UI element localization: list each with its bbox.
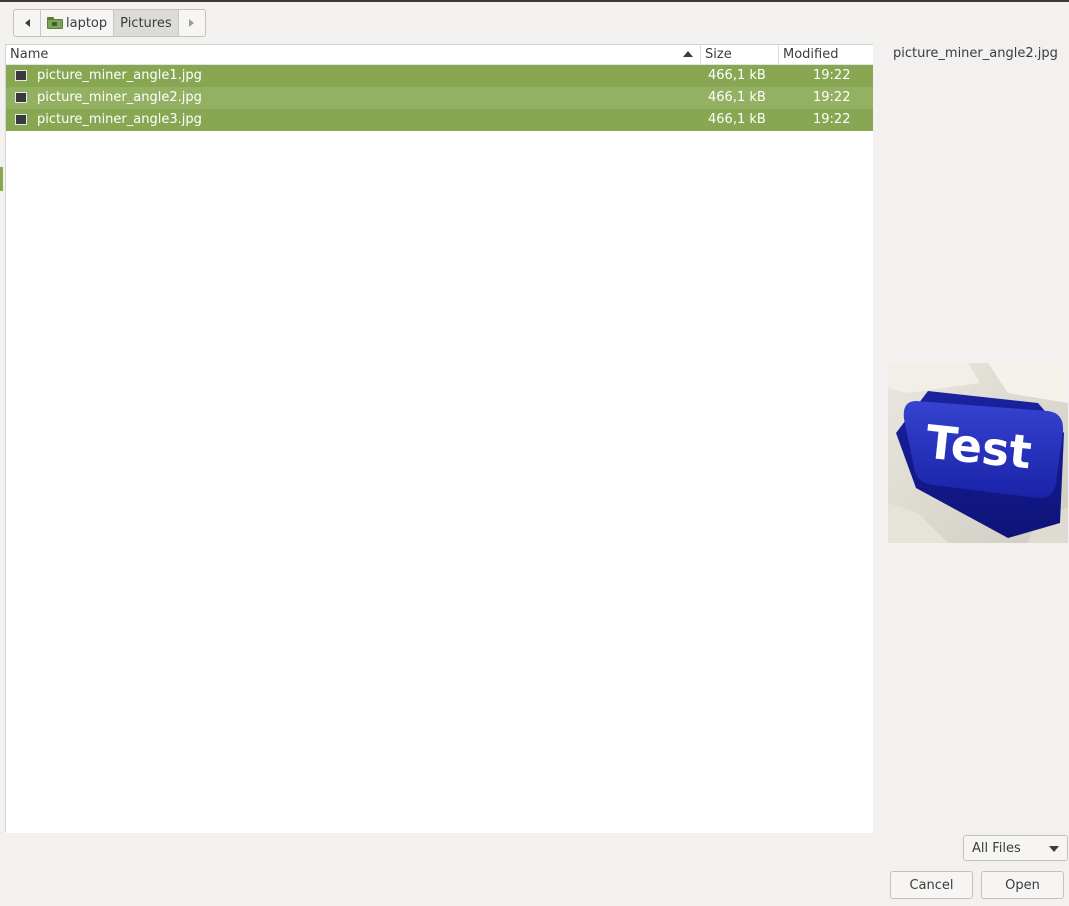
chevron-left-icon [24,19,30,27]
filter-label: All Files [972,840,1021,856]
file-size: 466,1 kB [708,90,766,105]
path-segment-label: Pictures [120,15,172,31]
file-row[interactable]: picture_miner_angle2.jpg 466,1 kB 19:22 [6,87,873,109]
file-row[interactable]: picture_miner_angle1.jpg 466,1 kB 19:22 [6,65,873,87]
column-header-modified[interactable]: Modified [783,45,838,64]
file-modified: 19:22 [813,112,851,127]
open-button[interactable]: Open [981,871,1064,899]
path-segment-label: laptop [66,15,108,31]
file-row[interactable]: picture_miner_angle3.jpg 466,1 kB 19:22 [6,109,873,131]
preview-key-text: Test [923,415,1034,480]
preview-image: Test [888,363,1068,543]
window-top-border [0,0,1069,2]
image-file-icon [15,114,27,125]
image-file-icon [15,92,27,103]
sidebar-selected-marker [0,167,3,191]
path-back-button[interactable] [14,10,40,36]
path-forward-button[interactable] [179,10,205,36]
cancel-label: Cancel [909,877,954,893]
file-modified: 19:22 [813,68,851,83]
file-size: 466,1 kB [708,112,766,127]
file-size: 466,1 kB [708,68,766,83]
path-segment-pictures[interactable]: Pictures [113,10,179,36]
file-list-header: Name Size Modified [6,45,873,65]
cancel-button[interactable]: Cancel [890,871,973,899]
column-header-size[interactable]: Size [705,45,732,64]
file-list[interactable]: Name Size Modified picture_miner_angle1.… [6,44,873,833]
path-bar: laptop Pictures [13,9,206,37]
column-divider[interactable] [700,45,701,64]
image-file-icon [15,70,27,81]
file-name: picture_miner_angle2.jpg [37,90,202,105]
file-name: picture_miner_angle1.jpg [37,68,202,83]
column-divider[interactable] [778,45,779,64]
file-filter-dropdown[interactable]: All Files [963,835,1068,861]
file-name: picture_miner_angle3.jpg [37,112,202,127]
chevron-down-icon [1049,846,1059,852]
folder-icon [47,17,63,29]
sort-ascending-icon [683,51,693,57]
column-header-name[interactable]: Name [10,45,48,64]
chevron-right-icon [189,19,195,27]
path-segment-laptop[interactable]: laptop [40,10,113,36]
file-modified: 19:22 [813,90,851,105]
open-label: Open [1005,877,1040,893]
preview-filename: picture_miner_angle2.jpg [893,46,1058,61]
